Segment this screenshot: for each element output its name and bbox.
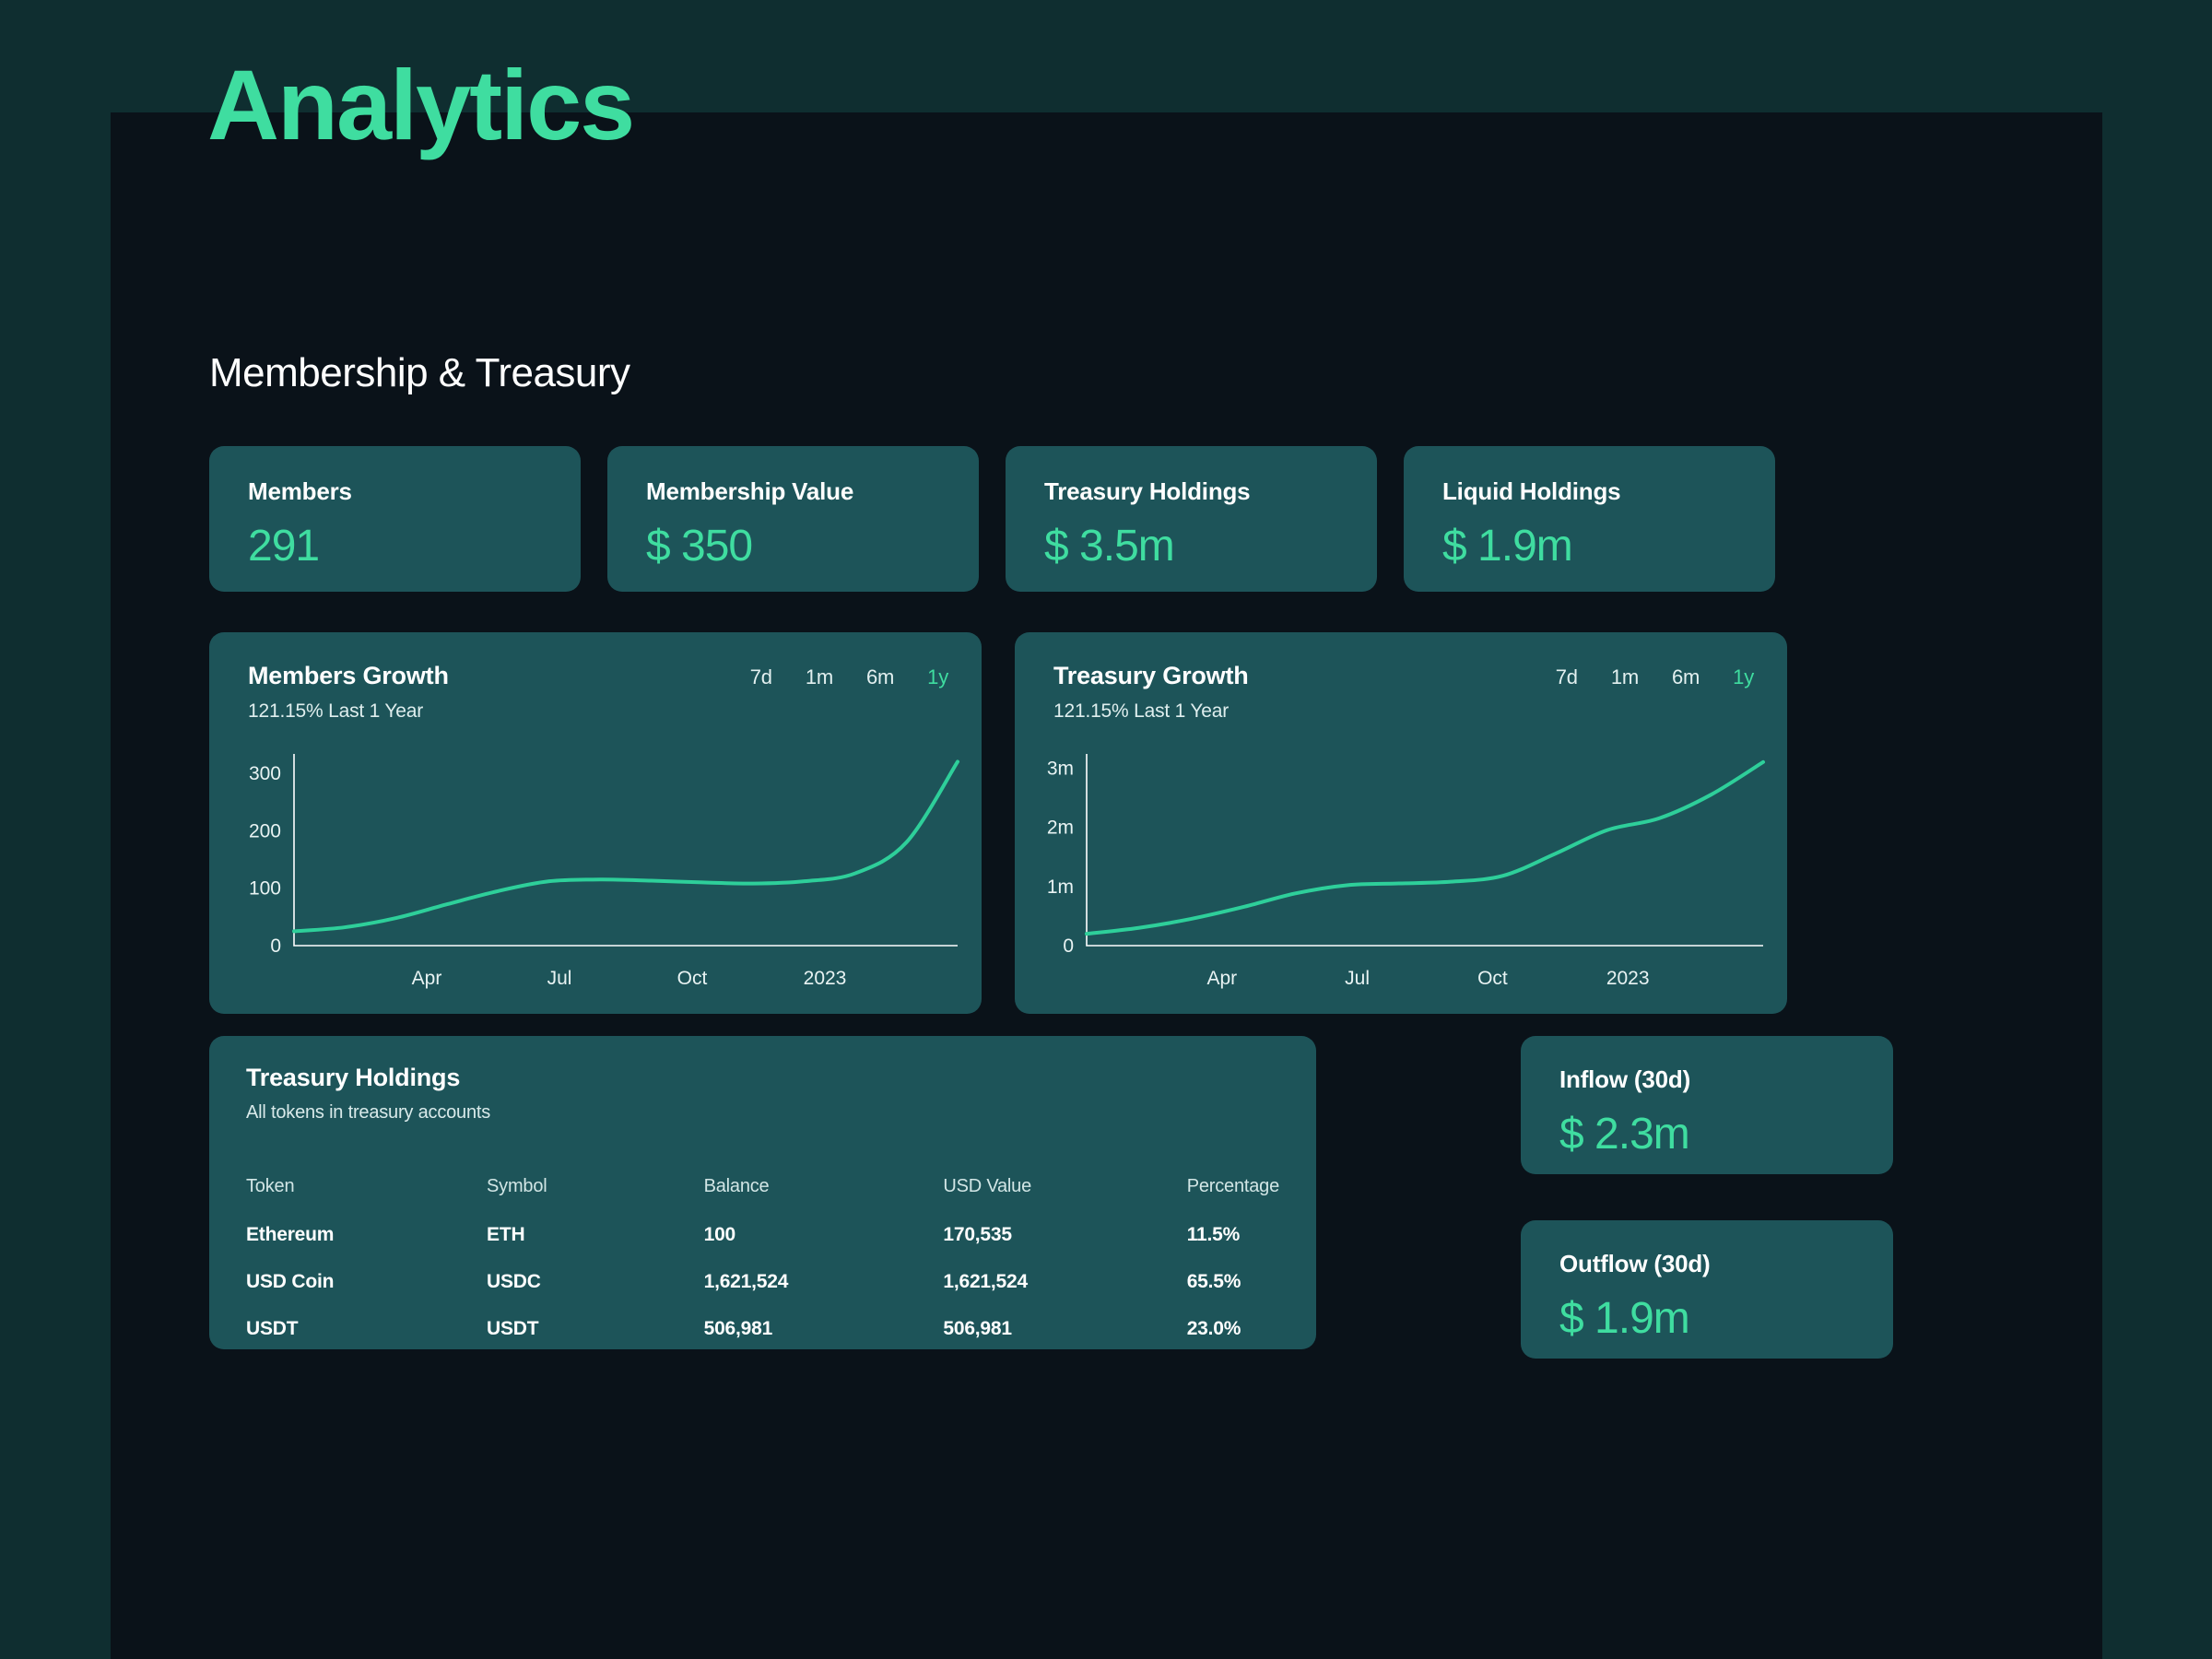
- column-header-usd-value: USD Value: [943, 1176, 1032, 1196]
- chart-axes: [1086, 754, 1763, 947]
- outflow-card[interactable]: Outflow (30d) $ 1.9m: [1521, 1220, 1893, 1359]
- range-tab-1m[interactable]: 1m: [1611, 665, 1639, 689]
- cell-balance: 100: [703, 1224, 736, 1245]
- column-header-token: Token: [246, 1176, 295, 1196]
- x-axis-tick-label: 2023: [804, 968, 847, 989]
- cell-balance: 506,981: [703, 1318, 773, 1339]
- kpi-card-liquid-holdings[interactable]: Liquid Holdings $ 1.9m: [1404, 446, 1775, 592]
- cell-symbol: USDC: [487, 1271, 541, 1292]
- holdings-title: Treasury Holdings: [246, 1064, 461, 1091]
- kpi-card-members[interactable]: Members 291: [209, 446, 581, 592]
- chart-subtitle: 121.15% Last 1 Year: [248, 700, 424, 722]
- treasury-growth-header: Treasury Growth 121.15% Last 1 Year 7d 1…: [1053, 662, 1754, 726]
- x-axis-tick-label: Oct: [1477, 968, 1508, 989]
- chart-line-series: [1085, 759, 1765, 936]
- kpi-label: Membership Value: [646, 477, 854, 505]
- flow-label: Outflow (30d): [1559, 1250, 1711, 1277]
- members-growth-header: Members Growth 121.15% Last 1 Year 7d 1m…: [248, 662, 948, 726]
- column-header-percentage: Percentage: [1186, 1176, 1279, 1196]
- treasury-growth-card: Treasury Growth 121.15% Last 1 Year 7d 1…: [1015, 632, 1787, 1014]
- members-growth-plot: 0 100 200 300 Apr Jul Oct 2023: [209, 741, 982, 1008]
- page-title: Analytics: [207, 49, 635, 160]
- y-axis-tick-label: 1m: [1047, 877, 1074, 898]
- cell-percentage: 65.5%: [1186, 1271, 1241, 1292]
- kpi-card-treasury-holdings[interactable]: Treasury Holdings $ 3.5m: [1006, 446, 1377, 592]
- cell-token: USD Coin: [246, 1271, 335, 1292]
- x-axis-tick-label: Apr: [412, 968, 442, 989]
- y-axis-tick-label: 0: [1063, 935, 1074, 957]
- range-tabs-members: 7d 1m 6m 1y: [750, 665, 948, 689]
- range-tab-7d[interactable]: 7d: [1556, 665, 1578, 689]
- kpi-row: Members 291 Membership Value $ 350 Treas…: [209, 446, 1787, 592]
- flow-value: $ 2.3m: [1559, 1110, 1690, 1159]
- x-axis-tick-label: Oct: [677, 968, 708, 989]
- kpi-label: Liquid Holdings: [1442, 477, 1621, 505]
- cell-percentage: 23.0%: [1186, 1318, 1241, 1339]
- holdings-subtitle: All tokens in treasury accounts: [246, 1102, 491, 1123]
- range-tab-1y[interactable]: 1y: [1733, 665, 1754, 689]
- column-header-balance: Balance: [703, 1176, 770, 1196]
- x-axis-tick-label: 2023: [1606, 968, 1650, 989]
- y-axis-tick-label: 3m: [1047, 758, 1074, 779]
- section-title: Membership & Treasury: [209, 350, 630, 395]
- flow-label: Inflow (30d): [1559, 1065, 1691, 1093]
- flow-value: $ 1.9m: [1559, 1294, 1690, 1343]
- column-header-symbol: Symbol: [487, 1176, 547, 1196]
- chart-subtitle: 121.15% Last 1 Year: [1053, 700, 1230, 722]
- x-axis-tick-label: Apr: [1206, 968, 1237, 989]
- cell-symbol: ETH: [487, 1224, 525, 1245]
- y-axis-tick-label: 2m: [1047, 818, 1074, 839]
- kpi-value: $ 1.9m: [1442, 522, 1573, 571]
- kpi-card-membership-value[interactable]: Membership Value $ 350: [607, 446, 979, 592]
- cell-token: Ethereum: [246, 1224, 335, 1245]
- cell-symbol: USDT: [487, 1318, 539, 1339]
- table-header-row: Token Symbol Balance USD Value Percentag…: [246, 1176, 1279, 1224]
- cell-usd-value: 170,535: [943, 1224, 1012, 1245]
- chart-line-series: [292, 759, 959, 934]
- cell-usd-value: 1,621,524: [943, 1271, 1028, 1292]
- table-row[interactable]: Ethereum ETH 100 170,535 11.5%: [246, 1224, 1279, 1271]
- y-axis-tick-label: 0: [270, 935, 281, 957]
- cell-percentage: 11.5%: [1186, 1224, 1241, 1245]
- holdings-table: Token Symbol Balance USD Value Percentag…: [246, 1176, 1279, 1365]
- x-axis-tick-label: Jul: [547, 968, 572, 989]
- table-row[interactable]: USD Coin USDC 1,621,524 1,621,524 65.5%: [246, 1271, 1279, 1318]
- y-axis-tick-label: 100: [249, 878, 281, 900]
- kpi-value: $ 350: [646, 522, 753, 571]
- cell-balance: 1,621,524: [703, 1271, 789, 1292]
- range-tab-6m[interactable]: 6m: [1672, 665, 1700, 689]
- treasury-holdings-card: Treasury Holdings All tokens in treasury…: [209, 1036, 1316, 1349]
- table-row[interactable]: USDT USDT 506,981 506,981 23.0%: [246, 1318, 1279, 1365]
- range-tab-6m[interactable]: 6m: [866, 665, 894, 689]
- y-axis-tick-label: 200: [249, 820, 281, 841]
- range-tab-1m[interactable]: 1m: [806, 665, 833, 689]
- y-axis-tick-label: 300: [249, 763, 281, 784]
- kpi-label: Members: [248, 477, 352, 505]
- inflow-card[interactable]: Inflow (30d) $ 2.3m: [1521, 1036, 1893, 1174]
- x-axis-tick-label: Jul: [1345, 968, 1370, 989]
- kpi-value: 291: [248, 522, 320, 571]
- range-tabs-treasury: 7d 1m 6m 1y: [1556, 665, 1754, 689]
- cell-token: USDT: [246, 1318, 299, 1339]
- cell-usd-value: 506,981: [943, 1318, 1012, 1339]
- range-tab-7d[interactable]: 7d: [750, 665, 772, 689]
- kpi-value: $ 3.5m: [1044, 522, 1175, 571]
- members-growth-card: Members Growth 121.15% Last 1 Year 7d 1m…: [209, 632, 982, 1014]
- treasury-growth-plot: 0 1m 2m 3m Apr Jul Oct 2023: [1015, 741, 1787, 1008]
- kpi-label: Treasury Holdings: [1044, 477, 1251, 505]
- range-tab-1y[interactable]: 1y: [927, 665, 948, 689]
